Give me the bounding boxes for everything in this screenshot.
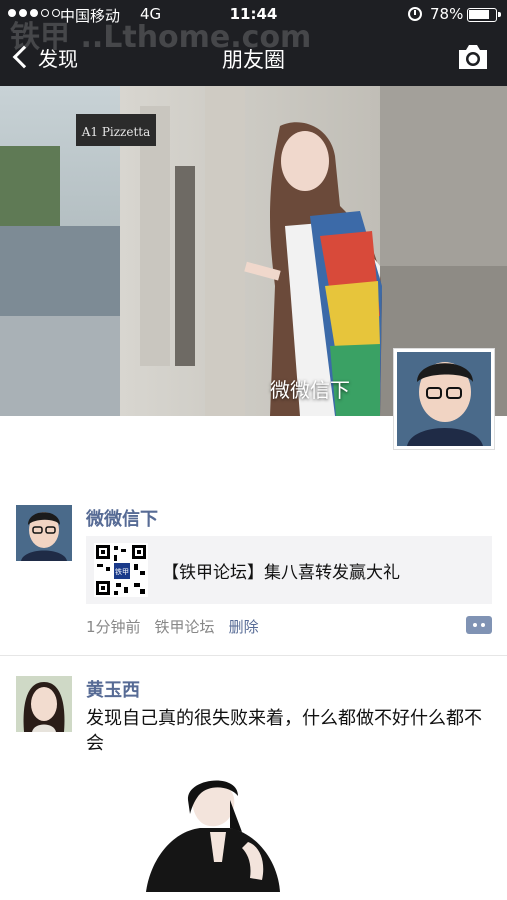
post-time: 1分钟前 xyxy=(86,618,141,636)
alarm-icon xyxy=(408,7,422,21)
shared-link-card[interactable]: 铁甲 【铁甲论坛】集八喜转发赢大礼 xyxy=(86,536,492,604)
illustration-image xyxy=(130,772,300,892)
more-icon[interactable] xyxy=(466,616,492,634)
post-text: 发现自己真的很失败来着，什么都做不好什么都不会 xyxy=(86,708,482,754)
avatar-image xyxy=(16,505,72,561)
avatar-image xyxy=(16,676,72,732)
qr-label: 铁甲 xyxy=(115,567,129,576)
moment-post: 微微信下 铁甲 【铁甲论坛】集八喜转发赢大礼 1分钟前 铁甲论坛 删除 xyxy=(0,500,507,650)
battery-percent: 78% xyxy=(430,5,464,23)
moment-post: 黄玉西 发现自己真的很失败来着，什么都做不好什么都不会 xyxy=(0,672,507,900)
cover-avatar[interactable] xyxy=(393,348,495,450)
page-title: 朋友圈 xyxy=(222,48,285,72)
post-divider xyxy=(0,655,507,656)
post-avatar[interactable] xyxy=(16,505,72,561)
qr-code-icon: 铁甲 xyxy=(94,543,148,597)
top-bar: 铁甲 ..Lthome.com 中国移动 4G 11:44 78% 发现 朋友圈 xyxy=(0,0,507,86)
status-bar: 中国移动 4G 11:44 78% xyxy=(0,0,507,30)
post-avatar[interactable] xyxy=(16,676,72,732)
post-image[interactable] xyxy=(130,772,300,892)
avatar-image xyxy=(397,352,491,446)
shared-link-title: 【铁甲论坛】集八喜转发赢大礼 xyxy=(162,562,400,583)
post-author-name[interactable]: 黄玉西 xyxy=(86,676,140,702)
post-meta: 1分钟前 铁甲论坛 删除 xyxy=(86,616,259,637)
post-author-name[interactable]: 微微信下 xyxy=(86,505,158,531)
cover-sign-text: A1 Pizzetta xyxy=(81,125,151,139)
camera-icon xyxy=(459,45,487,69)
post-source[interactable]: 铁甲论坛 xyxy=(155,616,215,637)
delete-link[interactable]: 删除 xyxy=(229,616,259,637)
camera-button[interactable] xyxy=(456,42,490,72)
cover-user-name: 微微信下 xyxy=(270,378,350,402)
battery-icon xyxy=(467,8,501,22)
